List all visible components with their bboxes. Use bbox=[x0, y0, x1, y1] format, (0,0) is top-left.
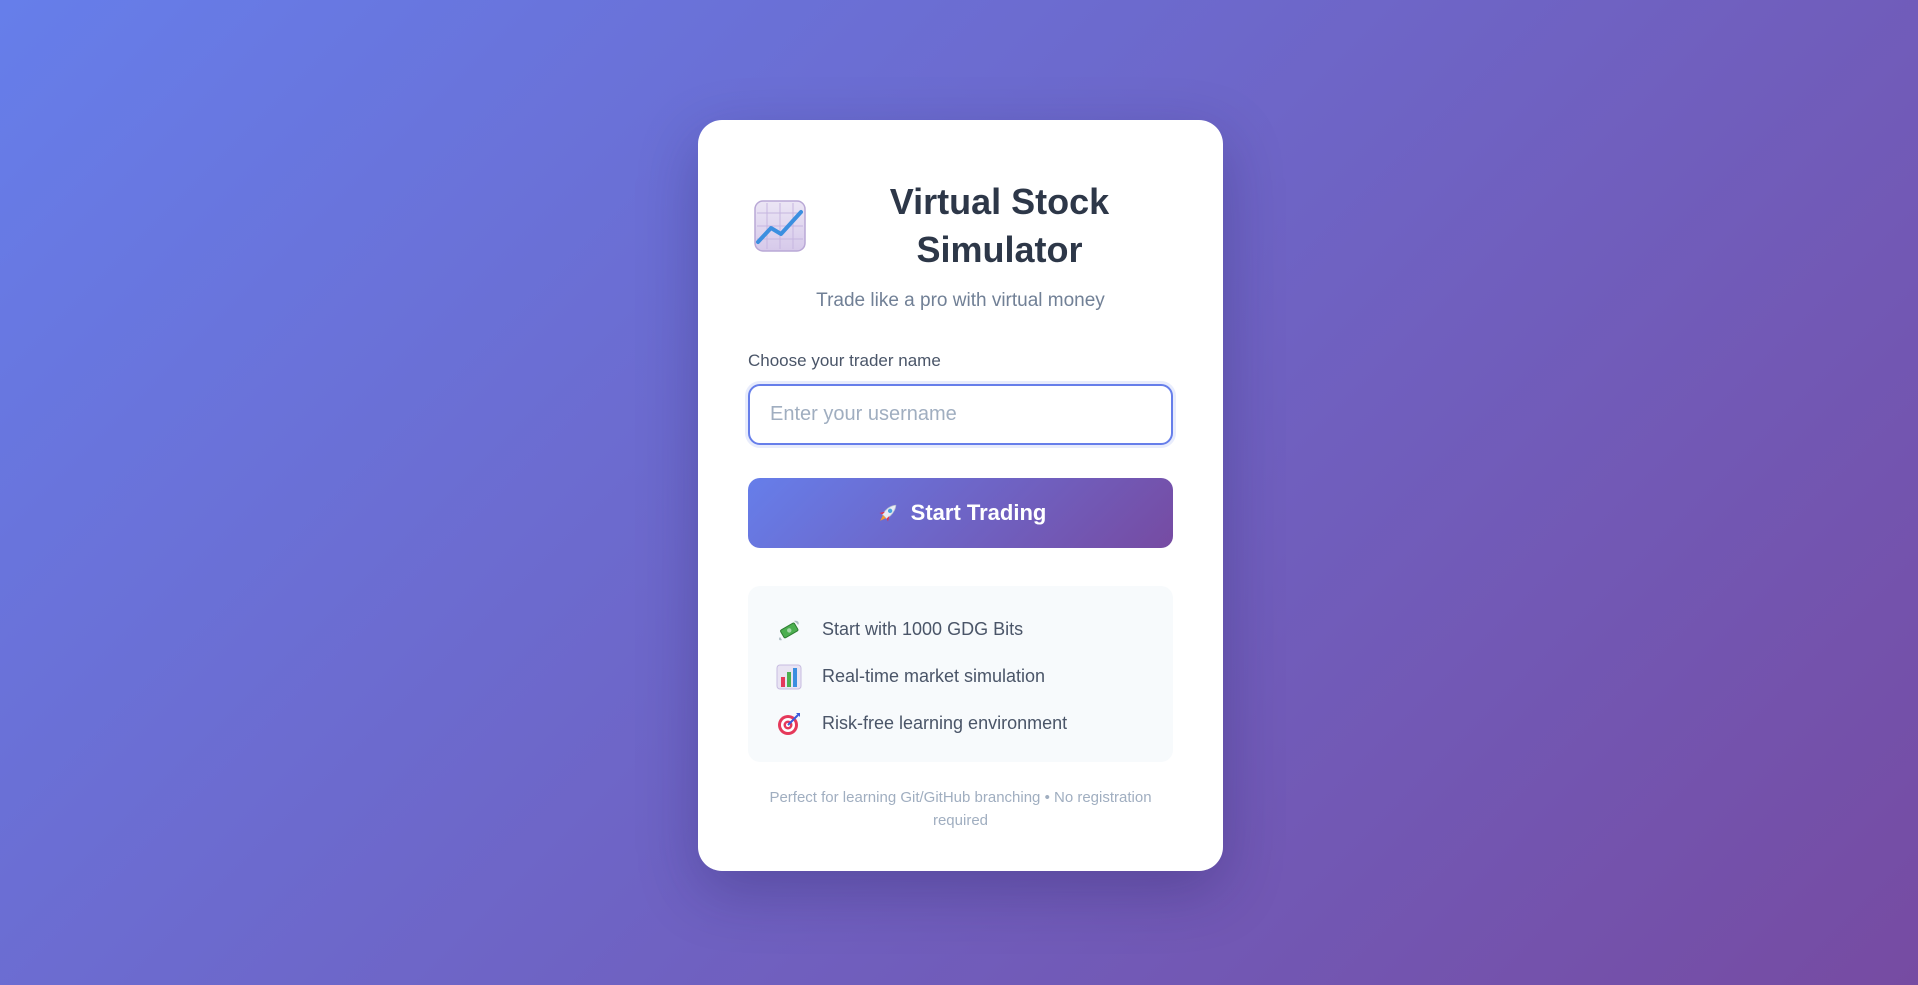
username-label: Choose your trader name bbox=[748, 351, 941, 370]
feature-text: Risk-free learning environment bbox=[822, 713, 1068, 733]
list-item: Real-time market simulation bbox=[776, 653, 1145, 700]
money-with-wings-icon bbox=[776, 617, 802, 643]
page-title: Virtual Stock Simulator bbox=[889, 181, 1110, 270]
bar-chart-icon bbox=[776, 664, 802, 690]
feature-text: Start with 1000 GDG Bits bbox=[822, 619, 1024, 639]
feature-text: Real-time market simulation bbox=[822, 666, 1046, 686]
username-input[interactable] bbox=[748, 384, 1173, 445]
footer-note: Perfect for learning Git/GitHub branchin… bbox=[769, 789, 1152, 829]
features-list: Start with 1000 GDG Bits Real-time marke… bbox=[748, 586, 1173, 762]
direct-hit-target-icon bbox=[776, 711, 802, 737]
login-card: Virtual Stock Simulator Trade like a pro… bbox=[698, 120, 1223, 871]
start-trading-button[interactable]: Start Trading bbox=[748, 478, 1173, 548]
start-trading-label: Start Trading bbox=[910, 500, 1047, 525]
list-item: Risk-free learning environment bbox=[776, 700, 1145, 747]
page-subtitle: Trade like a pro with virtual money bbox=[816, 290, 1105, 311]
rocket-icon bbox=[875, 500, 901, 526]
chart-increasing-icon bbox=[754, 200, 806, 252]
list-item: Start with 1000 GDG Bits bbox=[776, 606, 1145, 653]
card-header: Virtual Stock Simulator bbox=[748, 176, 1173, 276]
